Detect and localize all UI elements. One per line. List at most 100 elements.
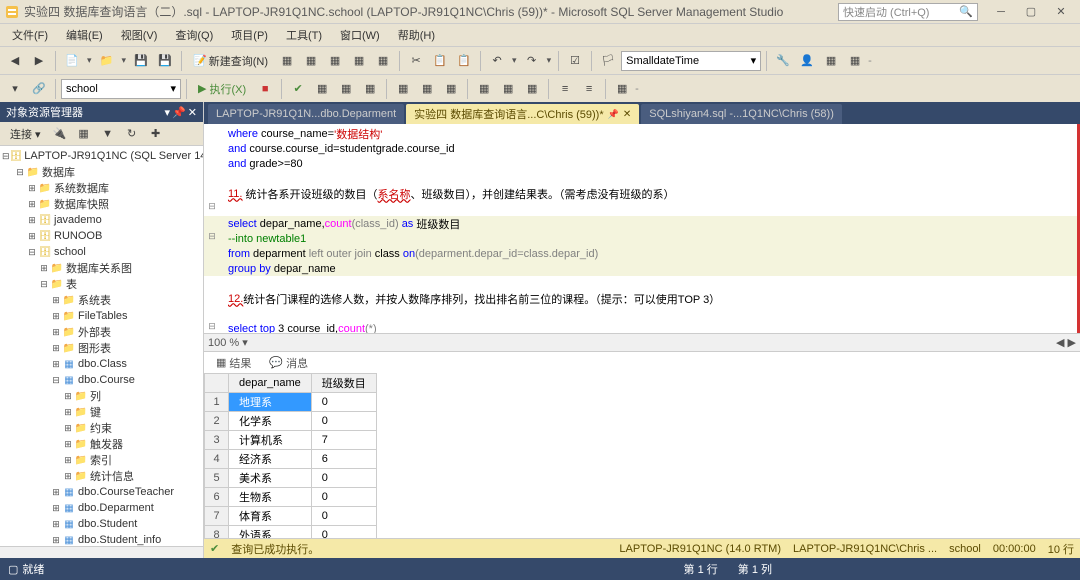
row-num[interactable]: 5 — [205, 469, 229, 488]
redo-drop[interactable]: ▾ — [545, 55, 554, 66]
col-header[interactable]: 班级数目 — [311, 374, 376, 393]
cell[interactable]: 7 — [311, 431, 376, 450]
tb-toggle-icon[interactable]: ☑ — [564, 50, 586, 72]
doc-tab-deparment[interactable]: LAPTOP-JR91Q1N...dbo.Deparment — [208, 104, 404, 124]
pin-icon[interactable]: 📌 — [608, 109, 619, 120]
connect-button[interactable]: 连接 ▾ — [4, 124, 47, 144]
hscroll-arrows[interactable]: ◀ ▶ — [1056, 336, 1076, 349]
cell[interactable]: 6 — [311, 450, 376, 469]
tree-server[interactable]: ⊟🗄LAPTOP-JR91Q1NC (SQL Server 14 — [2, 148, 201, 164]
table-row[interactable]: 2化学系0 — [205, 412, 377, 431]
menu-edit[interactable]: 编辑(E) — [58, 25, 111, 45]
fold-icon[interactable]: ⊟ — [204, 229, 220, 243]
cell[interactable]: 0 — [311, 469, 376, 488]
tb2-icon-10[interactable]: ▦ — [497, 78, 519, 100]
messages-tab[interactable]: 💬消息 — [261, 353, 316, 373]
menu-file[interactable]: 文件(F) — [4, 25, 56, 45]
tree-systbl[interactable]: ⊞📁系统表 — [2, 292, 201, 308]
tree-indexes[interactable]: ⊞📁索引 — [2, 452, 201, 468]
tree-student[interactable]: ⊞▦dbo.Student — [2, 516, 201, 532]
cell[interactable]: 经济系 — [229, 450, 312, 469]
menu-tools[interactable]: 工具(T) — [278, 25, 330, 45]
tree-constraints[interactable]: ⊞📁约束 — [2, 420, 201, 436]
doc-tab-active[interactable]: 实验四 数据库查询语言...C\Chris (59))*📌✕ — [406, 104, 639, 124]
tree-keys[interactable]: ⊞📁键 — [2, 404, 201, 420]
tb-chart-icon[interactable]: ▦ — [844, 50, 866, 72]
execute-button[interactable]: ▶执行(X) — [192, 79, 252, 99]
parse-icon[interactable]: ✔ — [287, 78, 309, 100]
tree-javademo[interactable]: ⊞🗄javademo — [2, 212, 201, 228]
table-row[interactable]: 5美术系0 — [205, 469, 377, 488]
row-num[interactable]: 2 — [205, 412, 229, 431]
tb2-icon-5[interactable]: ▦ — [359, 78, 381, 100]
table-row[interactable]: 8外语系0 — [205, 526, 377, 539]
cell[interactable]: 外语系 — [229, 526, 312, 539]
tb2-icon-4[interactable]: ▦ — [335, 78, 357, 100]
cell[interactable]: 计算机系 — [229, 431, 312, 450]
fold-icon[interactable]: ⊟ — [204, 319, 220, 333]
indent-right-icon[interactable]: ≡ — [578, 78, 600, 100]
back-button[interactable]: ◀ — [4, 50, 26, 72]
open-icon[interactable]: 📁 — [96, 50, 118, 72]
tb2-icon-2[interactable]: 🔗 — [28, 78, 50, 100]
new-item-drop[interactable]: ▾ — [85, 55, 94, 66]
minimize-button[interactable]: ─ — [986, 2, 1016, 22]
menu-view[interactable]: 视图(V) — [113, 25, 166, 45]
tb2-icon-end[interactable]: ▦ — [611, 78, 633, 100]
results-tab[interactable]: ▦结果 — [208, 353, 259, 373]
close-button[interactable]: ✕ — [1046, 2, 1076, 22]
cell[interactable]: 地理系 — [229, 393, 312, 412]
table-row[interactable]: 1地理系0 — [205, 393, 377, 412]
tree-graphtbl[interactable]: ⊞📁图形表 — [2, 340, 201, 356]
redo-icon[interactable]: ↷ — [521, 50, 543, 72]
tb2-icon-1[interactable]: ▾ — [4, 78, 26, 100]
paste-icon[interactable]: 📋 — [453, 50, 475, 72]
oe-close-icon[interactable]: ✕ — [188, 106, 197, 119]
tb-icon-4[interactable]: ▦ — [348, 50, 370, 72]
oe-tb-4[interactable]: ↻ — [121, 123, 143, 145]
indent-left-icon[interactable]: ≡ — [554, 78, 576, 100]
tb2-icon-11[interactable]: ▦ — [521, 78, 543, 100]
save-all-icon[interactable]: 💾 — [154, 50, 176, 72]
tree-exttbl[interactable]: ⊞📁外部表 — [2, 324, 201, 340]
undo-drop[interactable]: ▾ — [510, 55, 519, 66]
tb-perm-icon[interactable]: 👤 — [796, 50, 818, 72]
fold-icon[interactable]: ⊟ — [204, 199, 220, 213]
row-num[interactable]: 1 — [205, 393, 229, 412]
forward-button[interactable]: ▶ — [28, 50, 50, 72]
tree-deparment[interactable]: ⊞▦dbo.Deparment — [2, 500, 201, 516]
oe-tb-1[interactable]: 🔌 — [49, 123, 71, 145]
tb-props-icon[interactable]: 🔧 — [772, 50, 794, 72]
row-num[interactable]: 8 — [205, 526, 229, 539]
open-drop[interactable]: ▾ — [120, 55, 129, 66]
new-query-button[interactable]: 📝新建查询(N) — [187, 51, 274, 71]
tree-cols[interactable]: ⊞📁列 — [2, 388, 201, 404]
cut-icon[interactable]: ✂ — [405, 50, 427, 72]
tree-course[interactable]: ⊟▦dbo.Course — [2, 372, 201, 388]
table-row[interactable]: 7体育系0 — [205, 507, 377, 526]
cell[interactable]: 体育系 — [229, 507, 312, 526]
zoom-combo[interactable]: 100 % ▾ — [208, 336, 248, 349]
cell[interactable]: 0 — [311, 393, 376, 412]
type-combo[interactable]: SmalldateTime▾ — [621, 51, 761, 71]
menu-help[interactable]: 帮助(H) — [390, 25, 443, 45]
undo-icon[interactable]: ↶ — [486, 50, 508, 72]
oe-tb-2[interactable]: ▦ — [73, 123, 95, 145]
doc-tab-shiyan4[interactable]: SQLshiyan4.sql -...1Q1NC\Chris (58)) — [641, 104, 842, 124]
tree-snap[interactable]: ⊞📁数据库快照 — [2, 196, 201, 212]
cell[interactable]: 0 — [311, 488, 376, 507]
menu-window[interactable]: 窗口(W) — [332, 25, 388, 45]
row-num[interactable]: 3 — [205, 431, 229, 450]
stop-icon[interactable]: ■ — [254, 78, 276, 100]
oe-hscroll[interactable] — [0, 546, 203, 558]
tree-tables[interactable]: ⊟📁表 — [2, 276, 201, 292]
tree-filetbl[interactable]: ⊞📁FileTables — [2, 308, 201, 324]
row-num[interactable]: 6 — [205, 488, 229, 507]
new-item-icon[interactable]: 📄 — [61, 50, 83, 72]
tree-databases[interactable]: ⊟📁数据库 — [2, 164, 201, 180]
row-num[interactable]: 7 — [205, 507, 229, 526]
oe-pin-icon[interactable]: 📌 — [172, 106, 186, 119]
tree-courseteacher[interactable]: ⊞▦dbo.CourseTeacher — [2, 484, 201, 500]
database-combo[interactable]: school▾ — [61, 79, 181, 99]
cell[interactable]: 0 — [311, 412, 376, 431]
